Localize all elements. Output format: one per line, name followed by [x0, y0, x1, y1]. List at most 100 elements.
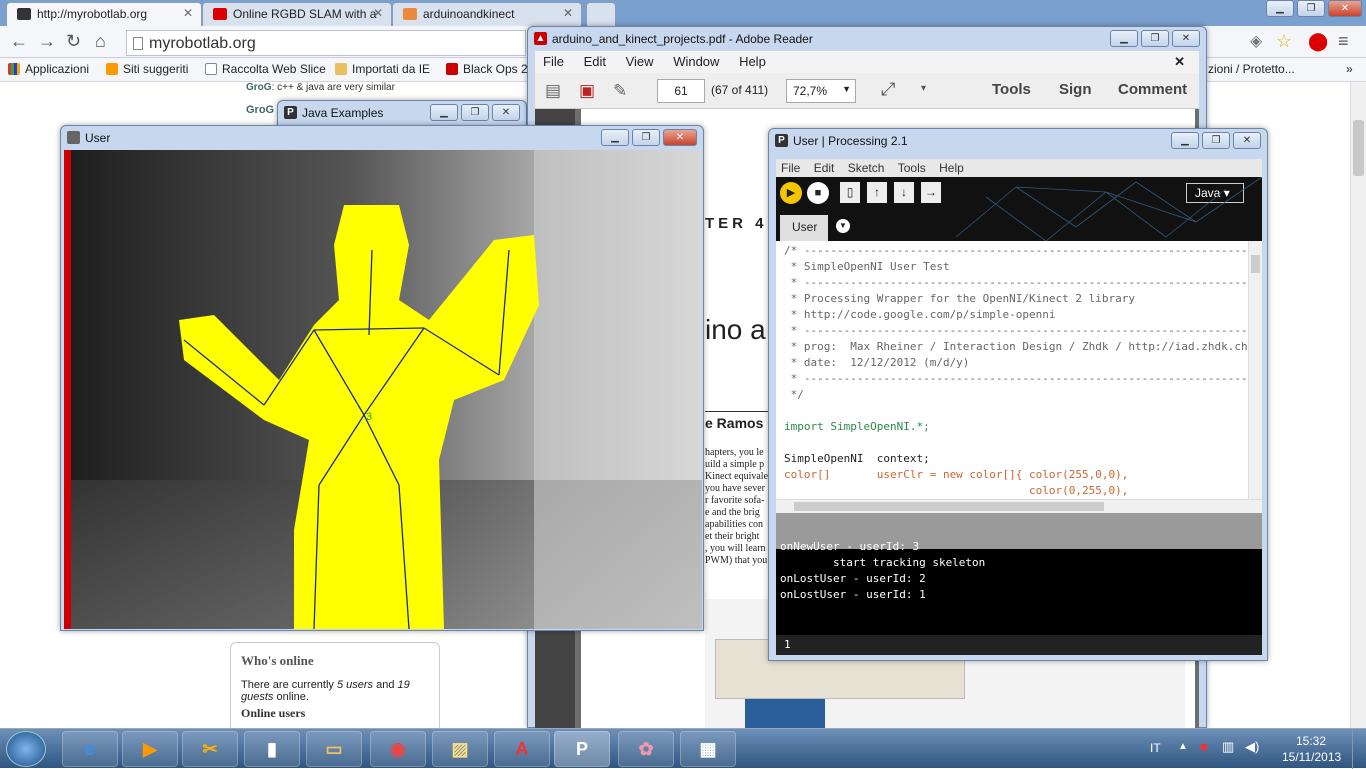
zoom-select[interactable]: 72,7% ▼	[786, 79, 856, 103]
save-sketch-icon[interactable]: ↓	[894, 182, 914, 203]
reload-icon[interactable]: ↻	[66, 31, 81, 52]
folder-icon	[335, 63, 347, 75]
comment-button[interactable]: Comment	[1118, 81, 1187, 98]
bookmark-siti-suggeriti[interactable]: Siti suggeriti	[106, 62, 188, 76]
menu-help[interactable]: Help	[934, 159, 969, 175]
media-player-icon[interactable]: ▶	[122, 731, 178, 767]
new-sketch-icon[interactable]: ▯	[840, 182, 860, 203]
show-hidden-icons-icon[interactable]: ▲	[1178, 741, 1188, 752]
fit-page-icon[interactable]: ⤢	[881, 79, 895, 100]
new-tab-button[interactable]	[586, 2, 616, 26]
close-button[interactable]: ✕	[1172, 30, 1200, 47]
tab-arduinoandkinect[interactable]: arduinoandkinect ✕	[392, 2, 582, 26]
stop-button[interactable]: ■	[807, 182, 829, 204]
minimize-button[interactable]: ▁	[601, 129, 629, 146]
chrome-taskbar-icon[interactable]: ◉	[370, 731, 426, 767]
home-icon[interactable]: ⌂	[95, 31, 106, 52]
user-window-titlebar[interactable]: User ▁ ❐ ✕	[61, 126, 703, 150]
open-sketch-icon[interactable]: ↑	[867, 182, 887, 203]
minimize-button[interactable]: ▁	[430, 104, 458, 121]
minimize-button[interactable]: ▁	[1266, 0, 1294, 17]
sticky-notes-icon[interactable]: ▨	[432, 731, 488, 767]
processing-titlebar[interactable]: P User | Processing 2.1 ▁ ❐ ✕	[769, 129, 1267, 153]
close-document-icon[interactable]: ✕	[1166, 51, 1193, 70]
bookmark-raccolta-web-slice[interactable]: Raccolta Web Slice	[205, 62, 326, 76]
maximize-button[interactable]: ❐	[632, 129, 660, 146]
toolbar-options-icon[interactable]: ▾	[921, 83, 926, 94]
close-button[interactable]: ✕	[663, 129, 697, 146]
paint-palette-icon[interactable]: ✿	[618, 731, 674, 767]
forward-arrow-icon[interactable]: →	[38, 31, 56, 52]
menu-file[interactable]: File	[535, 51, 572, 69]
adobe-titlebar[interactable]: ▲ arduino_and_kinect_projects.pdf - Adob…	[528, 27, 1206, 51]
paint-app-icon[interactable]: ✂	[182, 731, 238, 767]
maximize-button[interactable]: ❐	[1202, 132, 1230, 149]
java-user-window-icon[interactable]: ▦	[680, 731, 736, 767]
network-icon[interactable]: ▥	[1222, 739, 1234, 755]
file-explorer-icon[interactable]: ▭	[306, 731, 362, 767]
clock-date[interactable]: 15/11/2013	[1282, 750, 1341, 764]
tray-app-icon[interactable]: ■	[1200, 739, 1208, 754]
extension-icon[interactable]: ◈	[1250, 31, 1262, 51]
minimize-button[interactable]: ▁	[1171, 132, 1199, 149]
minimize-button[interactable]: ▁	[1110, 30, 1138, 47]
back-arrow-icon[interactable]: ←	[10, 31, 28, 52]
kinect-studio-icon[interactable]: ▮	[244, 731, 300, 767]
bookmark-star-icon[interactable]: ☆	[1276, 31, 1292, 52]
maximize-button[interactable]: ❐	[461, 104, 489, 121]
volume-icon[interactable]: ◀)	[1245, 739, 1259, 755]
code-editor[interactable]: /* -------------------------------------…	[776, 241, 1262, 513]
page-scrollbar[interactable]	[1350, 82, 1366, 728]
tab-user[interactable]: User	[780, 215, 828, 241]
close-button[interactable]: ✕	[492, 104, 520, 121]
maximize-button[interactable]: ❐	[1141, 30, 1169, 47]
close-tab-icon[interactable]: ✕	[373, 6, 383, 20]
show-desktop-button[interactable]	[1352, 729, 1366, 769]
menu-file[interactable]: File	[776, 159, 805, 175]
close-button[interactable]: ✕	[1328, 0, 1362, 17]
menu-help[interactable]: Help	[731, 51, 774, 69]
tab-rgbd-slam[interactable]: Online RGBD SLAM with a ✕	[202, 2, 392, 26]
scrollbar-thumb[interactable]	[1353, 120, 1364, 176]
menu-tools[interactable]: Tools	[893, 159, 931, 175]
menu-sketch[interactable]: Sketch	[843, 159, 890, 175]
menu-edit[interactable]: Edit	[576, 51, 614, 69]
export-pdf-icon[interactable]: ▣	[579, 81, 595, 101]
edit-pdf-icon[interactable]: ✎	[613, 81, 627, 101]
tab-myrobotlab[interactable]: http://myrobotlab.org ✕	[6, 2, 202, 26]
menu-view[interactable]: View	[618, 51, 662, 69]
run-button[interactable]: ▶	[780, 182, 802, 204]
tools-button[interactable]: Tools	[992, 81, 1031, 98]
editor-vertical-scrollbar[interactable]	[1248, 241, 1262, 499]
adblock-icon[interactable]: ⬤	[1308, 31, 1328, 52]
export-sketch-icon[interactable]: →	[921, 182, 941, 203]
menu-window[interactable]: Window	[665, 51, 727, 69]
scrollbar-thumb[interactable]	[1251, 255, 1260, 273]
clock[interactable]: 15:32	[1296, 734, 1326, 748]
maximize-button[interactable]: ❐	[1297, 0, 1325, 17]
close-button[interactable]: ✕	[1233, 132, 1261, 149]
internet-explorer-icon[interactable]: e	[62, 731, 118, 767]
processing-taskbar-icon[interactable]: P	[554, 731, 610, 767]
close-tab-icon[interactable]: ✕	[563, 6, 573, 20]
chrome-menu-icon[interactable]: ≡	[1338, 31, 1349, 52]
input-language[interactable]: IT	[1150, 741, 1161, 755]
bookmark-applicazioni[interactable]: Applicazioni	[8, 62, 89, 76]
page-number-input[interactable]: 61	[657, 79, 705, 103]
sign-button[interactable]: Sign	[1059, 81, 1092, 98]
bookmark-black-ops-2[interactable]: Black Ops 2	[446, 62, 528, 76]
scrollbar-thumb[interactable]	[794, 502, 1104, 511]
tab-menu-icon[interactable]: ▼	[836, 219, 850, 233]
bookmarks-overflow-icon[interactable]: »	[1346, 62, 1353, 76]
address-bar[interactable]: myrobotlab.org	[126, 30, 526, 56]
bookmark-importati-da-ie[interactable]: Importati da IE	[335, 62, 430, 76]
java-examples-titlebar[interactable]: P Java Examples ▁ ❐ ✕	[278, 101, 526, 125]
create-pdf-icon[interactable]: ▤	[545, 81, 561, 101]
start-button[interactable]	[6, 731, 46, 767]
bookmark-protetto[interactable]: zioni / Protetto...	[1208, 62, 1295, 76]
editor-horizontal-scrollbar[interactable]	[776, 499, 1262, 513]
menu-edit[interactable]: Edit	[809, 159, 840, 175]
close-tab-icon[interactable]: ✕	[183, 6, 193, 20]
comment-author[interactable]: GroG	[246, 104, 274, 116]
adobe-reader-taskbar-icon[interactable]: A	[494, 731, 550, 767]
